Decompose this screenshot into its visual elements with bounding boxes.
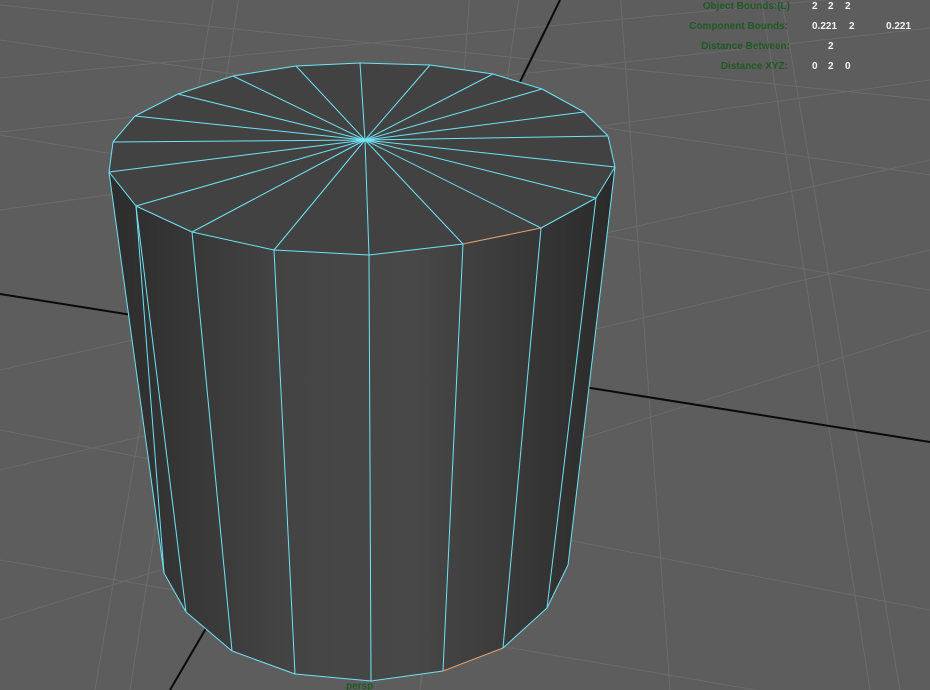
cylinder-mesh[interactable] [108, 62, 616, 682]
hud-object-bounds-y: 2 [828, 1, 834, 12]
hud-object-bounds-z: 2 [845, 1, 851, 12]
hud-object-bounds-x: 2 [812, 1, 818, 12]
hud-component-bounds-y: 2 [849, 21, 855, 32]
hud-distance-xyz-y: 2 [828, 61, 834, 72]
hud-distance-between-value: 2 [828, 41, 834, 52]
perspective-viewport[interactable]: Object Bounds:(L) 2 2 2 Component Bounds… [0, 0, 930, 690]
hud-component-bounds-x: 0.221 [812, 21, 838, 32]
hud-component-bounds-z: 0.221 [886, 21, 912, 32]
hud-distance-xyz-z: 0 [845, 61, 851, 72]
hud-object-bounds-label: Object Bounds:(L) [702, 1, 790, 12]
hud-distance-between-label: Distance Between: [701, 41, 790, 52]
hud-distance-xyz-x: 0 [812, 61, 818, 72]
hud-component-bounds-label: Component Bounds: [689, 21, 788, 32]
scene-canvas[interactable] [0, 0, 930, 690]
hud-distance-xyz-label: Distance XYZ: [720, 61, 788, 72]
camera-name-label: persp [346, 681, 374, 690]
